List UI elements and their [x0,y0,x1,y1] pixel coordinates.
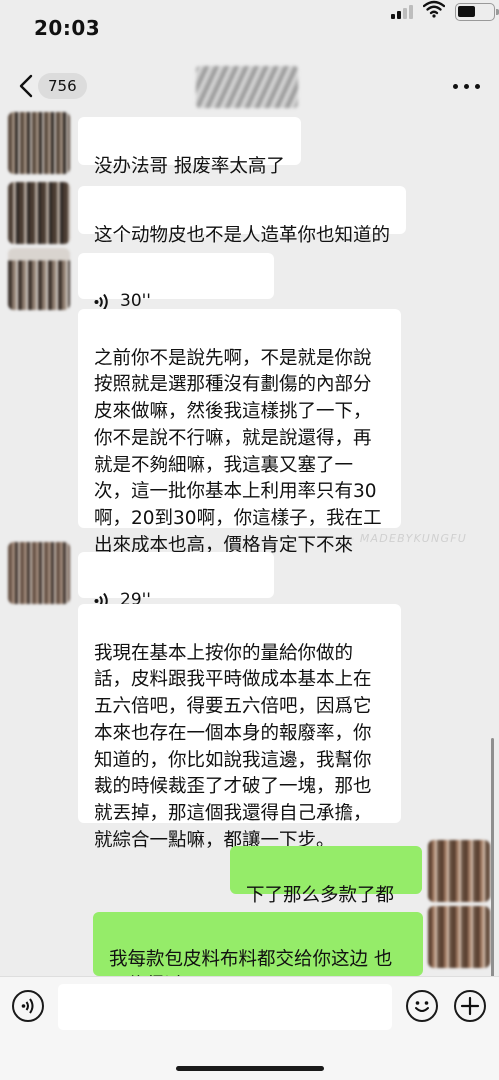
message-bubble-outgoing: 我每款包皮料布料都交给你这边 也 是信得过 [93,912,423,976]
contact-name-redacted [196,66,298,108]
home-indicator [176,1066,324,1071]
chevron-left-icon[interactable] [18,74,34,98]
message-bubble: 这个动物皮也不是人造革你也知道的 [78,186,407,246]
avatar[interactable] [8,248,70,310]
cellular-signal-icon [391,3,415,19]
message-text: 下了那么多款了都 [246,884,395,906]
voice-message-bubble[interactable]: 29'' [78,552,274,610]
voice-message-bubble[interactable]: 30'' [78,253,274,311]
message-text: 之前你不是說先啊，不是就是你說 按照就是選那種沒有劃傷的內部分 皮來做嘛，然後我… [94,347,382,583]
chat-header: 756 [0,58,499,114]
message-text: 这个动物皮也不是人造革你也知道的 [94,224,391,246]
voice-wave-icon [94,293,108,310]
message-bubble: 之前你不是說先啊，不是就是你說 按照就是選那種沒有劃傷的內部分 皮來做嘛，然後我… [78,309,401,582]
avatar[interactable] [428,840,490,902]
message-bubble: 没办法哥 报废率太高了 [78,117,301,177]
message-text: 我每款包皮料布料都交给你这边 也 是信得过 [109,948,393,976]
message-bubble-outgoing: 下了那么多款了都 [230,846,422,906]
message-input[interactable] [58,984,392,1030]
voice-input-icon [21,998,34,1014]
status-bar: 20:03 [0,0,499,58]
avatar[interactable] [8,182,70,244]
message-input-bar [0,976,499,1080]
add-button[interactable] [454,990,486,1022]
avatar[interactable] [428,906,490,968]
battery-icon [455,3,499,21]
wifi-icon [423,0,445,18]
emoji-button[interactable] [406,990,438,1022]
message-text: 我現在基本上按你的量給你做的 話，皮料跟我平時做成本基本上在 五六倍吧，得要五六… [94,642,372,851]
avatar[interactable] [8,542,70,604]
scrollbar[interactable] [491,738,494,980]
message-text: 没办法哥 报废率太高了 [94,155,285,177]
avatar[interactable] [8,112,70,174]
plus-icon [460,996,480,1016]
voice-input-button[interactable] [12,990,44,1022]
watermark: - MADEBYKUNGFU [350,532,467,545]
ellipsis-icon[interactable] [453,84,481,92]
emoji-icon [415,1001,429,1012]
status-time: 20:03 [34,16,101,40]
unread-count-badge[interactable]: 756 [38,73,87,99]
message-bubble: 我現在基本上按你的量給你做的 話，皮料跟我平時做成本基本上在 五六倍吧，得要五六… [78,604,401,851]
